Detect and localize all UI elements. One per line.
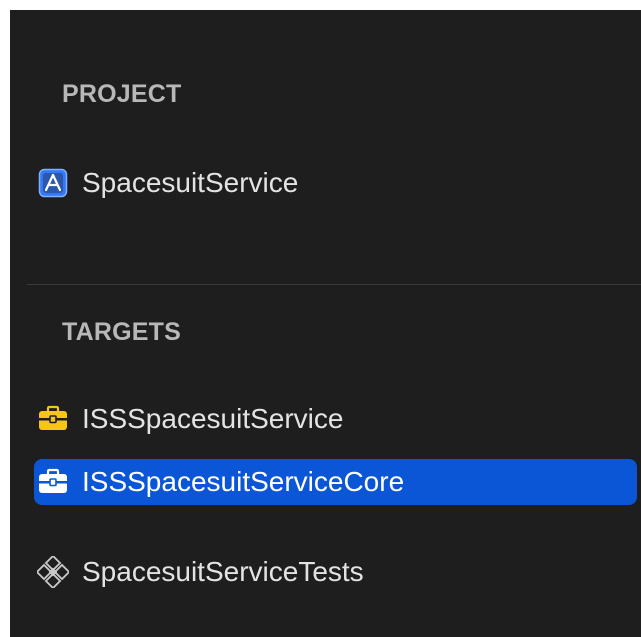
target-item-spacesuitservicetests[interactable]: SpacesuitServiceTests [34,549,637,595]
targets-section-title: TARGETS [62,318,181,346]
framework-toolbox-icon [36,465,70,499]
target-item-label: ISSSpacesuitServiceCore [82,466,405,497]
target-item-label: SpacesuitServiceTests [82,556,364,587]
target-item-label: ISSSpacesuitService [82,403,344,434]
project-item-label: SpacesuitService [82,167,299,198]
project-section-title: PROJECT [62,80,182,108]
target-item-issspacesuitservicecore[interactable]: ISSSpacesuitServiceCore [34,459,637,505]
app-store-icon [36,166,70,200]
target-item-issspacesuitservice[interactable]: ISSSpacesuitService [34,396,637,442]
section-divider [27,284,641,285]
test-bundle-icon [36,555,70,589]
project-navigator-sidebar: PROJECT SpacesuitService TARGETS ISSSpac… [10,10,641,637]
project-item-spacesuitservice[interactable]: SpacesuitService [34,160,637,206]
framework-toolbox-icon [36,402,70,436]
